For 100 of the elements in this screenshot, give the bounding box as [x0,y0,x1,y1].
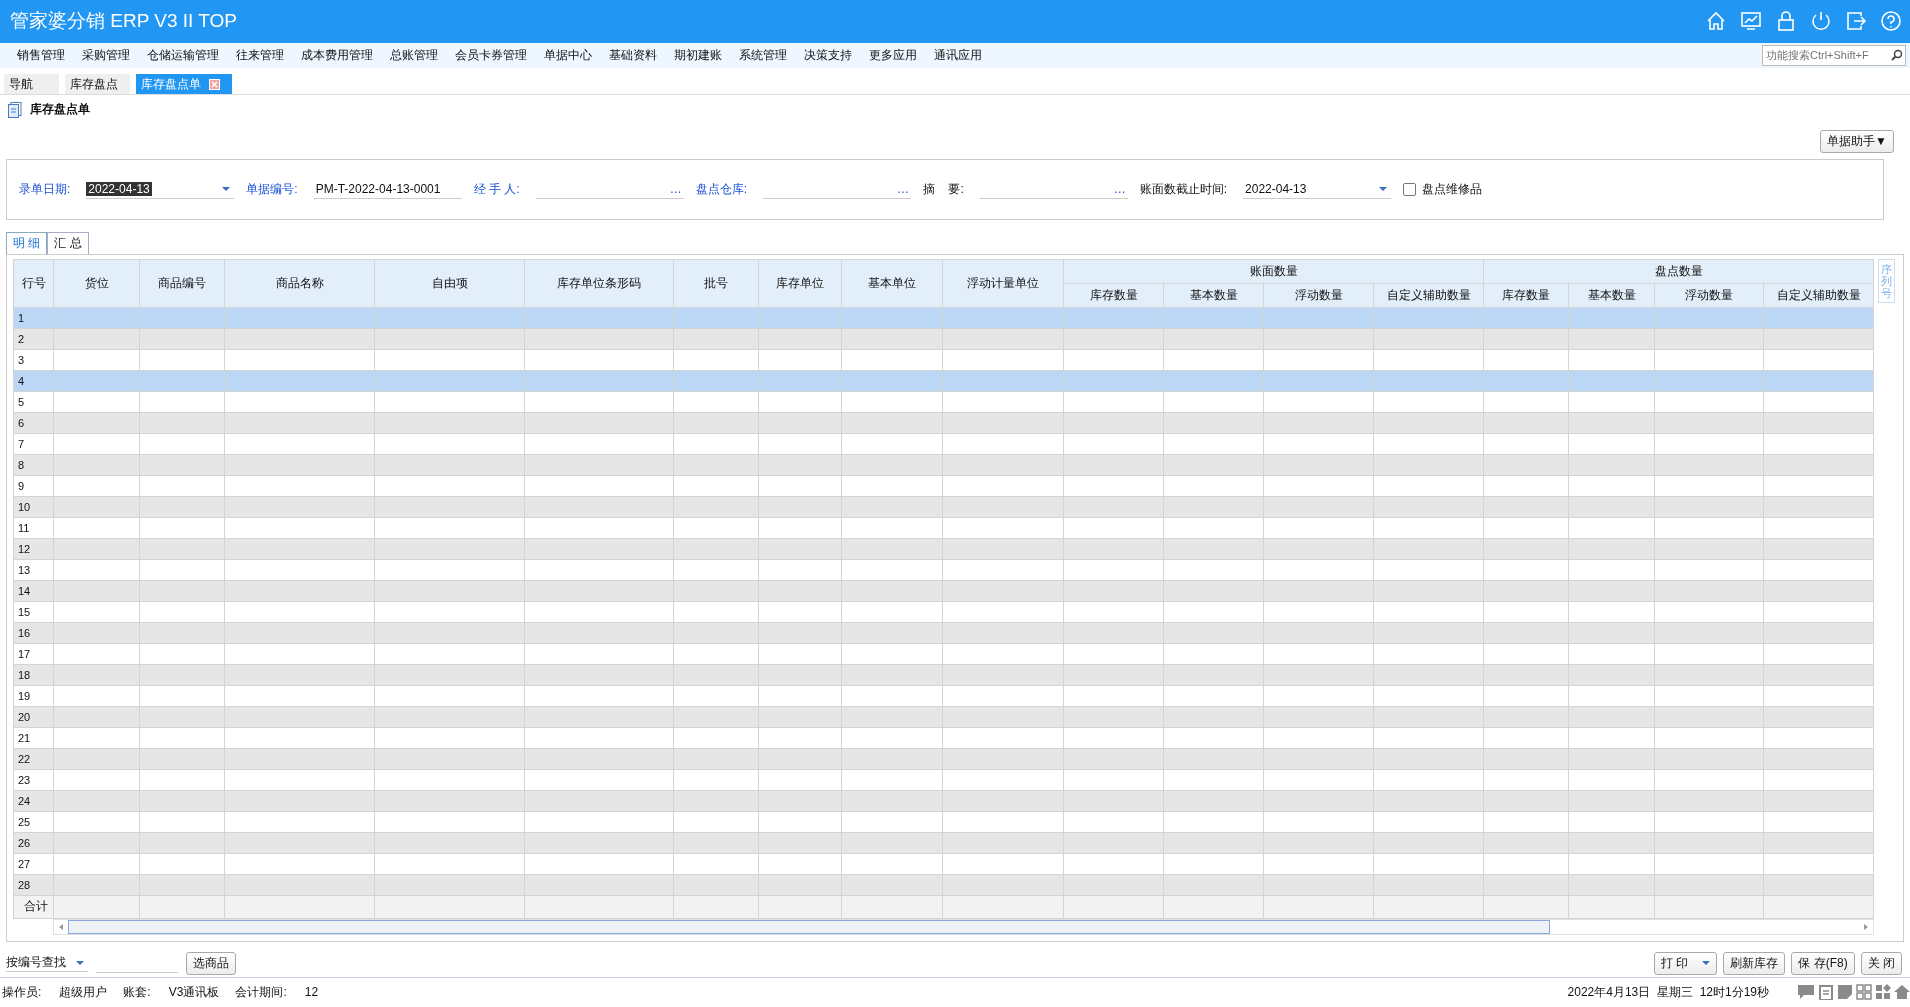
home-icon[interactable] [1894,984,1910,1001]
table-row[interactable]: 22 [13,748,1874,770]
menu-item[interactable]: 仓储运输管理 [147,46,219,64]
page-tab[interactable]: 库存盘点 [65,74,130,95]
column-header[interactable]: 自由项 [374,259,525,308]
action-button[interactable]: 保 存(F8) [1791,951,1855,975]
chart-monitor-icon[interactable] [1740,10,1762,33]
table-row[interactable]: 6 [13,412,1874,434]
table-row[interactable]: 11 [13,517,1874,539]
input-field[interactable]: 2022-04-13 [1243,179,1392,199]
column-header[interactable]: 浮动数量 [1263,283,1374,308]
table-row[interactable]: 26 [13,832,1874,854]
chat-icon[interactable] [1797,984,1815,1001]
table-row[interactable]: 5 [13,391,1874,413]
search-field[interactable]: 功能搜索Ctrl+Shift+F [1762,44,1906,66]
menu-item[interactable]: 单据中心 [544,46,592,64]
table-row[interactable]: 16 [13,622,1874,644]
detail-tab[interactable]: 汇 总 [47,231,89,254]
action-button[interactable]: 打 印 [1653,951,1718,975]
column-header[interactable]: 基本数量 [1568,283,1655,308]
table-row[interactable]: 15 [13,601,1874,623]
table-row[interactable]: 13 [13,559,1874,581]
table-row[interactable]: 8 [13,454,1874,476]
pick-goods-button[interactable]: 选商品 [186,951,236,975]
menu-item[interactable]: 期初建账 [674,46,722,64]
column-header[interactable]: 库存单位 [758,259,842,308]
dropdown-arrow-icon[interactable] [1379,186,1388,191]
logout-icon[interactable] [1845,10,1867,33]
table-row[interactable]: 25 [13,811,1874,833]
column-header[interactable]: 库存单位条形码 [524,259,674,308]
table-row[interactable]: 27 [13,853,1874,875]
power-icon[interactable] [1810,10,1832,33]
home-icon[interactable] [1705,10,1727,33]
menu-item[interactable]: 会员卡券管理 [455,46,527,64]
menu-item[interactable]: 决策支持 [804,46,852,64]
menu-item[interactable]: 销售管理 [17,46,65,64]
column-header[interactable]: 货位 [53,259,140,308]
lookup-button[interactable]: … [1113,181,1126,196]
action-button[interactable]: 刷新库存 [1723,951,1786,975]
table-row[interactable]: 1 [13,307,1874,329]
column-header[interactable]: 自定义辅助数量 [1373,283,1484,308]
column-header[interactable]: 基本数量 [1163,283,1264,308]
column-header[interactable]: 自定义辅助数量 [1763,283,1874,308]
input-field[interactable]: … [763,179,912,199]
menu-item[interactable]: 往来管理 [236,46,284,64]
table-row[interactable]: 7 [13,433,1874,455]
page-tab[interactable]: 导航 [4,74,59,95]
table-row[interactable]: 28 [13,874,1874,896]
grid-icon[interactable] [1856,984,1872,1001]
search-icon[interactable] [1891,49,1903,62]
table-row[interactable]: 19 [13,685,1874,707]
table-row[interactable]: 14 [13,580,1874,602]
table-row[interactable]: 21 [13,727,1874,749]
input-field[interactable]: … [979,179,1128,199]
column-header[interactable]: 商品名称 [224,259,375,308]
dropdown-arrow-icon[interactable] [222,186,231,191]
menu-item[interactable]: 采购管理 [82,46,130,64]
help-icon[interactable] [1880,10,1902,33]
document-helper-button[interactable]: 单据助手▼ [1820,130,1894,154]
table-row[interactable]: 12 [13,538,1874,560]
find-mode-dropdown[interactable]: 按编号查找 [6,954,88,973]
table-row[interactable]: 18 [13,664,1874,686]
table-row[interactable]: 9 [13,475,1874,497]
menu-item[interactable]: 成本费用管理 [301,46,373,64]
table-row[interactable]: 2 [13,328,1874,350]
table-row[interactable]: 3 [13,349,1874,371]
lookup-button[interactable]: … [897,181,910,196]
menu-item[interactable]: 总账管理 [390,46,438,64]
menu-item[interactable]: 通讯应用 [934,46,982,64]
apps-icon[interactable] [1875,984,1891,1001]
table-row[interactable]: 24 [13,790,1874,812]
table-row[interactable]: 10 [13,496,1874,518]
input-field[interactable]: 2022-04-13 [86,179,235,199]
column-header[interactable]: 基本单位 [841,259,943,308]
column-header[interactable]: 浮动计量单位 [942,259,1064,308]
close-icon[interactable] [209,78,220,90]
menu-item[interactable]: 更多应用 [869,46,917,64]
table-row[interactable]: 20 [13,706,1874,728]
input-field[interactable]: … [535,179,684,199]
note-icon[interactable] [1837,984,1853,1001]
action-button[interactable]: 关 闭 [1860,951,1902,975]
lookup-button[interactable]: … [669,181,682,196]
row-number: 5 [13,391,54,413]
column-header[interactable]: 行号 [13,259,54,308]
clipboard-icon[interactable] [1818,984,1834,1001]
column-header[interactable]: 批号 [673,259,759,308]
detail-tab[interactable]: 明 细 [6,231,48,254]
checkbox[interactable] [1403,182,1417,196]
horizontal-scrollbar[interactable] [53,918,1874,935]
table-row[interactable]: 23 [13,769,1874,791]
date-time: 2022年4月13日 星期三 12时1分19秒 [1567,983,1769,1001]
table-row[interactable]: 4 [13,370,1874,392]
column-header[interactable]: 浮动数量 [1654,283,1764,308]
lock-icon[interactable] [1775,10,1797,33]
column-header[interactable]: 商品编号 [139,259,225,308]
input-field[interactable]: PM-T-2022-04-13-0001 [313,179,462,199]
menu-item[interactable]: 基础资料 [609,46,657,64]
column-header[interactable]: 库存数量 [1063,283,1164,308]
table-row[interactable]: 17 [13,643,1874,665]
menu-item[interactable]: 系统管理 [739,46,787,64]
